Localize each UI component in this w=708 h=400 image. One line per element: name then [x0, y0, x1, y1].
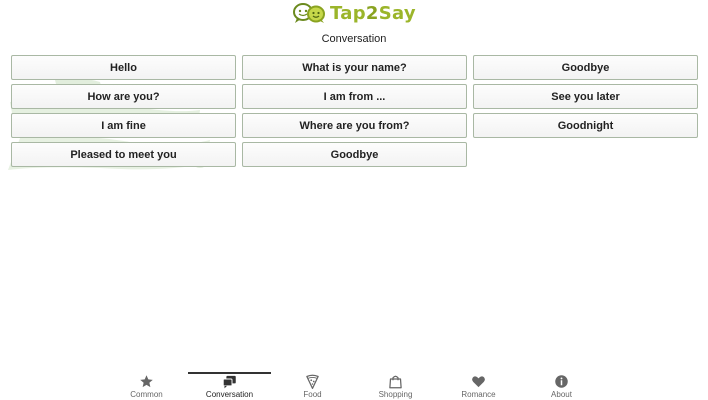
phrase-button-see-you-later[interactable]: See you later	[473, 84, 698, 109]
phrase-button-where-are-you-from[interactable]: Where are you from?	[242, 113, 467, 138]
nav-label-conversation: Conversation	[205, 390, 254, 399]
nav-tab-shopping[interactable]: Shopping	[354, 371, 437, 400]
star-icon	[139, 373, 155, 389]
phrase-button-i-am-fine[interactable]: I am fine	[11, 113, 236, 138]
chat-bubbles-icon	[222, 373, 238, 389]
phrase-button-what-is-your-name[interactable]: What is your name?	[242, 55, 467, 80]
nav-label-food: Food	[303, 390, 322, 399]
shopping-bag-icon	[388, 373, 404, 389]
app-logo-text: Tap2Say	[330, 2, 416, 24]
nav-label-romance: Romance	[461, 390, 496, 399]
bottom-nav: Common Conversation Food Shopping Romanc…	[105, 371, 603, 400]
phrase-button-how-are-you[interactable]: How are you?	[11, 84, 236, 109]
phrase-grid: Hello What is your name? Goodbye How are…	[11, 55, 698, 167]
heart-icon	[471, 373, 487, 389]
chat-faces-logo-icon	[293, 3, 326, 23]
nav-tab-about[interactable]: About	[520, 371, 603, 400]
nav-label-shopping: Shopping	[378, 390, 413, 399]
nav-tab-common[interactable]: Common	[105, 371, 188, 400]
nav-tab-food[interactable]: Food	[271, 371, 354, 400]
pizza-icon	[305, 373, 321, 389]
nav-tab-conversation[interactable]: Conversation	[188, 371, 271, 400]
nav-tab-romance[interactable]: Romance	[437, 371, 520, 400]
phrase-button-pleased-to-meet-you[interactable]: Pleased to meet you	[11, 142, 236, 167]
phrase-button-goodnight[interactable]: Goodnight	[473, 113, 698, 138]
info-icon	[554, 373, 570, 389]
phrase-button-goodbye[interactable]: Goodbye	[473, 55, 698, 80]
phrase-button-goodbye-2[interactable]: Goodbye	[242, 142, 467, 167]
phrase-button-i-am-from[interactable]: I am from ...	[242, 84, 467, 109]
page-title: Conversation	[321, 33, 387, 45]
nav-label-about: About	[551, 390, 572, 399]
app-header: Tap2Say	[0, 0, 708, 26]
nav-label-common: Common	[130, 390, 163, 399]
phrase-button-hello[interactable]: Hello	[11, 55, 236, 80]
app-window: Tap2Say Conversation Hello What is your …	[0, 0, 708, 400]
